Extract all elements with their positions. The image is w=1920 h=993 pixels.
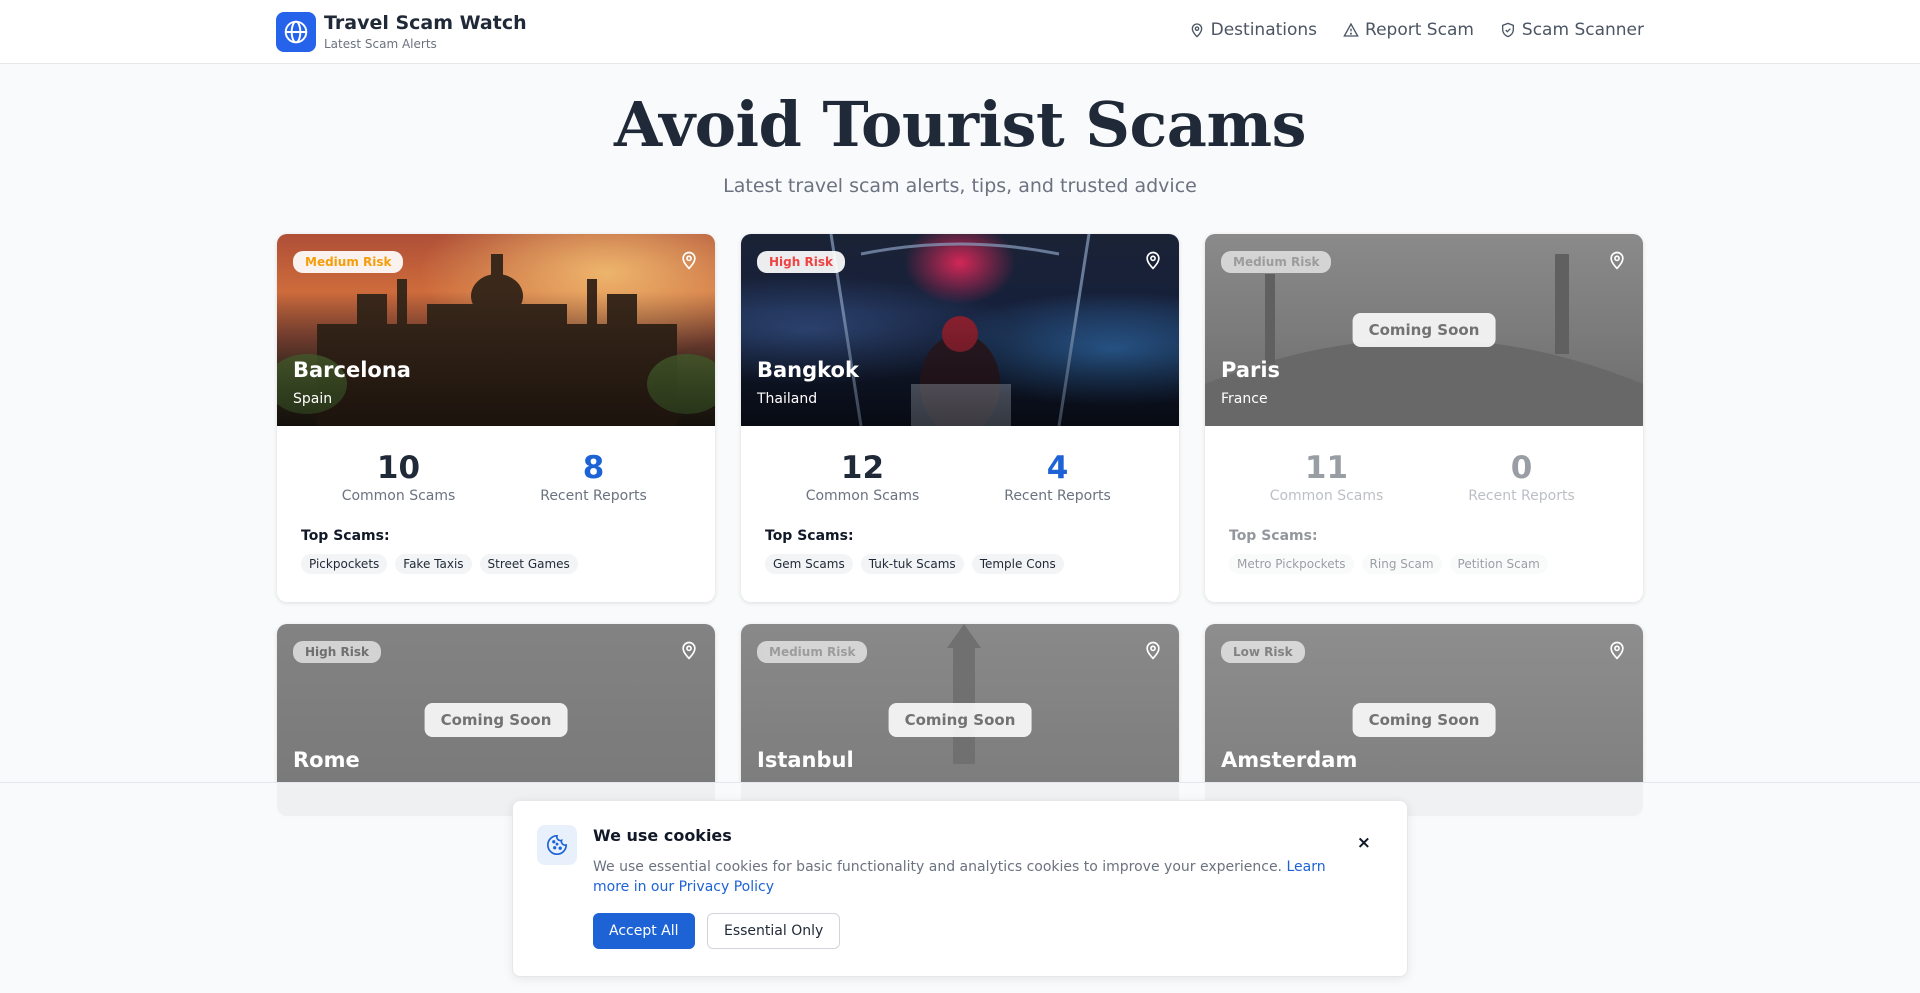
map-pin-icon bbox=[1146, 641, 1160, 660]
destination-image: Medium Risk Barcelona Spain bbox=[277, 234, 715, 426]
page-subtitle: Latest travel scam alerts, tips, and tru… bbox=[723, 175, 1197, 197]
nav-scam-scanner-label: Scam Scanner bbox=[1521, 20, 1644, 40]
risk-badge: Medium Risk bbox=[757, 641, 868, 663]
map-pin-icon[interactable] bbox=[1143, 250, 1163, 270]
nav-destinations[interactable]: Destinations bbox=[1189, 20, 1317, 40]
country-name: Thailand bbox=[757, 391, 818, 407]
cookie-text: We use essential cookies for basic funct… bbox=[593, 859, 1283, 875]
cookie-title: We use cookies bbox=[593, 826, 732, 845]
country-name: France bbox=[1221, 391, 1268, 407]
coming-soon-badge: Coming Soon bbox=[424, 703, 568, 737]
city-name: Bangkok bbox=[757, 358, 859, 382]
destination-image: Medium Risk Coming Soon Paris France bbox=[1205, 234, 1643, 426]
brand[interactable]: Travel Scam Watch Latest Scam Alerts bbox=[276, 12, 527, 52]
recent-reports-count: 0 bbox=[1510, 450, 1533, 486]
top-scams-label: Top Scams: bbox=[301, 528, 390, 544]
warning-icon bbox=[1343, 22, 1359, 37]
scam-tag[interactable]: Gem Scams bbox=[765, 554, 853, 574]
cookie-banner: We use cookies We use essential cookies … bbox=[512, 800, 1408, 977]
recent-reports-count: 8 bbox=[582, 450, 605, 486]
common-scams-count: 12 bbox=[840, 450, 885, 486]
map-pin-icon bbox=[1191, 23, 1202, 38]
map-pin-icon bbox=[1610, 251, 1624, 270]
common-scams-count: 11 bbox=[1304, 450, 1349, 486]
recent-reports-label: Recent Reports bbox=[1004, 488, 1111, 504]
site-header: Travel Scam Watch Latest Scam Alerts Des… bbox=[0, 0, 1920, 64]
scam-tag[interactable]: Temple Cons bbox=[971, 554, 1064, 574]
nav-report-scam[interactable]: Report Scam bbox=[1343, 20, 1474, 40]
nav-scam-scanner[interactable]: Scam Scanner bbox=[1500, 20, 1644, 40]
city-name: Barcelona bbox=[293, 358, 411, 382]
scam-tag[interactable]: Pickpockets bbox=[301, 554, 388, 574]
destination-card-paris: Medium Risk Coming Soon Paris France 11 … bbox=[1205, 234, 1643, 602]
common-scams-label: Common Scams bbox=[341, 488, 456, 504]
accept-all-button[interactable]: Accept All bbox=[593, 913, 695, 949]
risk-badge: Low Risk bbox=[1221, 641, 1305, 663]
common-scams-label: Common Scams bbox=[805, 488, 920, 504]
scam-tag: Ring Scam bbox=[1361, 554, 1442, 574]
coming-soon-badge: Coming Soon bbox=[1352, 703, 1496, 737]
scam-tag: Metro Pickpockets bbox=[1229, 554, 1354, 574]
coming-soon-badge: Coming Soon bbox=[1352, 313, 1496, 347]
risk-badge: Medium Risk bbox=[293, 251, 404, 273]
recent-reports-label: Recent Reports bbox=[540, 488, 647, 504]
risk-badge: Medium Risk bbox=[1221, 251, 1332, 273]
site-subtitle: Latest Scam Alerts bbox=[324, 37, 437, 51]
city-name: Amsterdam bbox=[1221, 748, 1358, 772]
destination-card-bangkok[interactable]: High Risk Bangkok Thailand 12 Common Sca… bbox=[741, 234, 1179, 602]
close-icon[interactable]: × bbox=[1357, 833, 1371, 853]
page-title: Avoid Tourist Scams bbox=[614, 88, 1306, 161]
city-name: Istanbul bbox=[757, 748, 854, 772]
nav-destinations-label: Destinations bbox=[1210, 20, 1318, 40]
globe-icon bbox=[276, 12, 316, 52]
map-pin-icon bbox=[1610, 641, 1624, 660]
scam-tag[interactable]: Fake Taxis bbox=[395, 554, 472, 574]
city-name: Paris bbox=[1221, 358, 1281, 382]
cookie-description: We use essential cookies for basic funct… bbox=[593, 857, 1333, 897]
city-name: Rome bbox=[293, 748, 360, 772]
risk-badge: High Risk bbox=[293, 641, 381, 663]
site-title: Travel Scam Watch bbox=[324, 12, 527, 34]
country-name: Spain bbox=[293, 391, 333, 407]
scam-tag[interactable]: Tuk-tuk Scams bbox=[860, 554, 964, 574]
common-scams-label: Common Scams bbox=[1269, 488, 1384, 504]
recent-reports-label: Recent Reports bbox=[1468, 488, 1575, 504]
essential-only-button[interactable]: Essential Only bbox=[707, 913, 841, 949]
shield-icon bbox=[1501, 22, 1514, 38]
scam-tag[interactable]: Street Games bbox=[479, 554, 578, 574]
recent-reports-count: 4 bbox=[1046, 450, 1069, 486]
nav-report-scam-label: Report Scam bbox=[1365, 20, 1474, 40]
map-pin-icon[interactable] bbox=[679, 250, 699, 270]
destination-card-barcelona[interactable]: Medium Risk Barcelona Spain 10 Common Sc… bbox=[277, 234, 715, 602]
top-scams-label: Top Scams: bbox=[1229, 528, 1318, 544]
map-pin-icon bbox=[682, 641, 696, 660]
main-nav: Destinations Report Scam Scam Scanner bbox=[1189, 20, 1644, 40]
cookie-icon bbox=[537, 825, 577, 865]
top-scams-label: Top Scams: bbox=[765, 528, 854, 544]
risk-badge: High Risk bbox=[757, 251, 845, 273]
scam-tag: Petition Scam bbox=[1449, 554, 1548, 574]
destination-image: High Risk Bangkok Thailand bbox=[741, 234, 1179, 426]
coming-soon-badge: Coming Soon bbox=[888, 703, 1032, 737]
common-scams-count: 10 bbox=[376, 450, 421, 486]
